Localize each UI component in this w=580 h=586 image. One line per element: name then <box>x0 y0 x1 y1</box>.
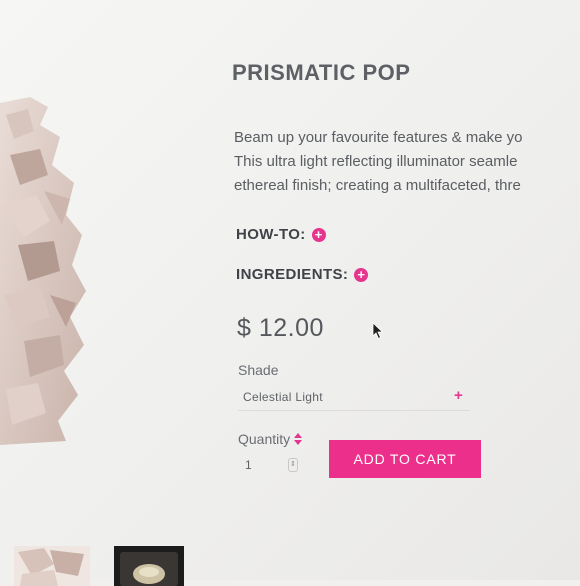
description-line-2: This ultra light reflecting illuminator … <box>234 153 518 170</box>
product-title: PRISMATIC POP <box>232 60 411 85</box>
shade-selected-value: Celestial Light <box>243 390 323 404</box>
product-price: $ 12.00 <box>237 314 324 342</box>
product-thumbnail-1[interactable] <box>14 546 90 586</box>
plus-circle-icon[interactable]: + <box>354 267 369 282</box>
product-image <box>0 95 92 445</box>
product-description: Beam up your favourite features & make y… <box>234 126 580 198</box>
ingredients-label: INGREDIENTS: <box>236 266 349 283</box>
mouse-cursor-icon <box>372 322 384 340</box>
ingredients-accordion[interactable]: INGREDIENTS: + <box>236 266 369 283</box>
howto-label: HOW-TO: <box>236 226 306 243</box>
description-line-1: Beam up your favourite features & make y… <box>234 129 523 146</box>
plus-icon[interactable]: + <box>454 387 463 404</box>
shade-select[interactable]: Celestial Light + <box>238 386 470 411</box>
description-line-3: ethereal finish; creating a multifaceted… <box>234 177 521 194</box>
product-thumbnail-2[interactable] <box>114 546 184 586</box>
quantity-stepper[interactable]: ⇕ <box>288 458 298 472</box>
quantity-input[interactable]: 1 ⇕ <box>238 454 300 476</box>
quantity-label: Quantity <box>238 431 291 447</box>
shade-label: Shade <box>238 362 279 378</box>
quantity-label-row: Quantity <box>238 431 303 447</box>
sort-arrows-icon <box>294 433 303 445</box>
add-to-cart-button[interactable]: ADD TO CART <box>329 440 481 478</box>
howto-accordion[interactable]: HOW-TO: + <box>236 226 326 243</box>
product-page: PRISMATIC POP Beam up your favourite fea… <box>0 0 580 586</box>
plus-circle-icon[interactable]: + <box>311 227 326 242</box>
quantity-value: 1 <box>245 458 252 472</box>
